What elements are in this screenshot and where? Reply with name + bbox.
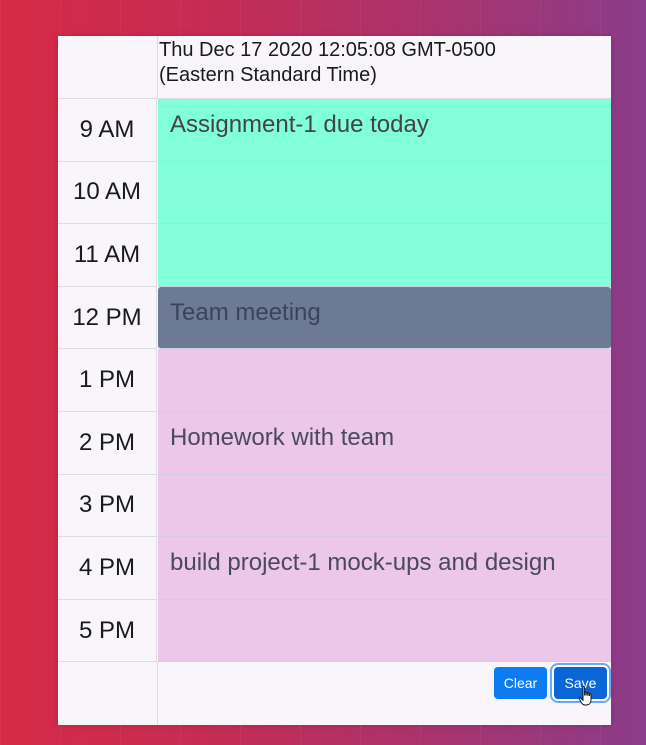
time-block-row: 1 PM	[58, 349, 611, 412]
event-description[interactable]	[158, 599, 611, 663]
time-block-row: 3 PM	[58, 474, 611, 538]
footer-spacer	[58, 662, 158, 725]
current-date-line2: (Eastern Standard Time)	[159, 64, 377, 86]
event-description[interactable]: Homework with team	[158, 411, 611, 475]
event-description[interactable]	[158, 349, 611, 412]
time-block-row: 11 AM	[58, 224, 611, 287]
time-block-row: 10 AM	[58, 161, 611, 225]
event-description[interactable]	[158, 161, 611, 225]
hour-label: 12 PM	[58, 286, 157, 350]
event-description[interactable]: build project-1 mock-ups and design	[158, 537, 611, 600]
hour-label: 2 PM	[58, 411, 157, 475]
event-description[interactable]	[158, 224, 611, 287]
time-block-list: 9 AM Assignment-1 due today 10 AM 11 AM …	[58, 99, 611, 663]
hour-label: 10 AM	[58, 161, 157, 225]
clear-button[interactable]: Clear	[494, 667, 547, 699]
hand-pointer-icon	[578, 686, 592, 706]
hour-label: 3 PM	[58, 474, 157, 538]
time-block-row: 12 PM Team meeting	[58, 286, 611, 350]
event-description[interactable]: Team meeting	[158, 286, 611, 350]
header-row: Thu Dec 17 2020 12:05:08 GMT-0500 (Easte…	[58, 36, 611, 99]
hour-label: 9 AM	[58, 99, 157, 162]
hour-label: 4 PM	[58, 537, 157, 600]
current-date-line1: Thu Dec 17 2020 12:05:08 GMT-0500	[159, 39, 496, 61]
header-spacer	[58, 36, 158, 98]
hour-label: 1 PM	[58, 349, 157, 412]
time-block-row: 4 PM build project-1 mock-ups and design	[58, 537, 611, 600]
footer-row: Clear Save	[58, 662, 611, 725]
day-planner: Thu Dec 17 2020 12:05:08 GMT-0500 (Easte…	[58, 36, 611, 725]
hour-label: 11 AM	[58, 224, 157, 287]
time-block-row: 9 AM Assignment-1 due today	[58, 99, 611, 162]
event-description[interactable]: Assignment-1 due today	[158, 99, 611, 162]
current-date: Thu Dec 17 2020 12:05:08 GMT-0500 (Easte…	[159, 38, 599, 88]
event-description[interactable]	[158, 474, 611, 538]
time-block-row: 5 PM	[58, 599, 611, 663]
hour-label: 5 PM	[58, 599, 157, 663]
time-block-row: 2 PM Homework with team	[58, 411, 611, 475]
